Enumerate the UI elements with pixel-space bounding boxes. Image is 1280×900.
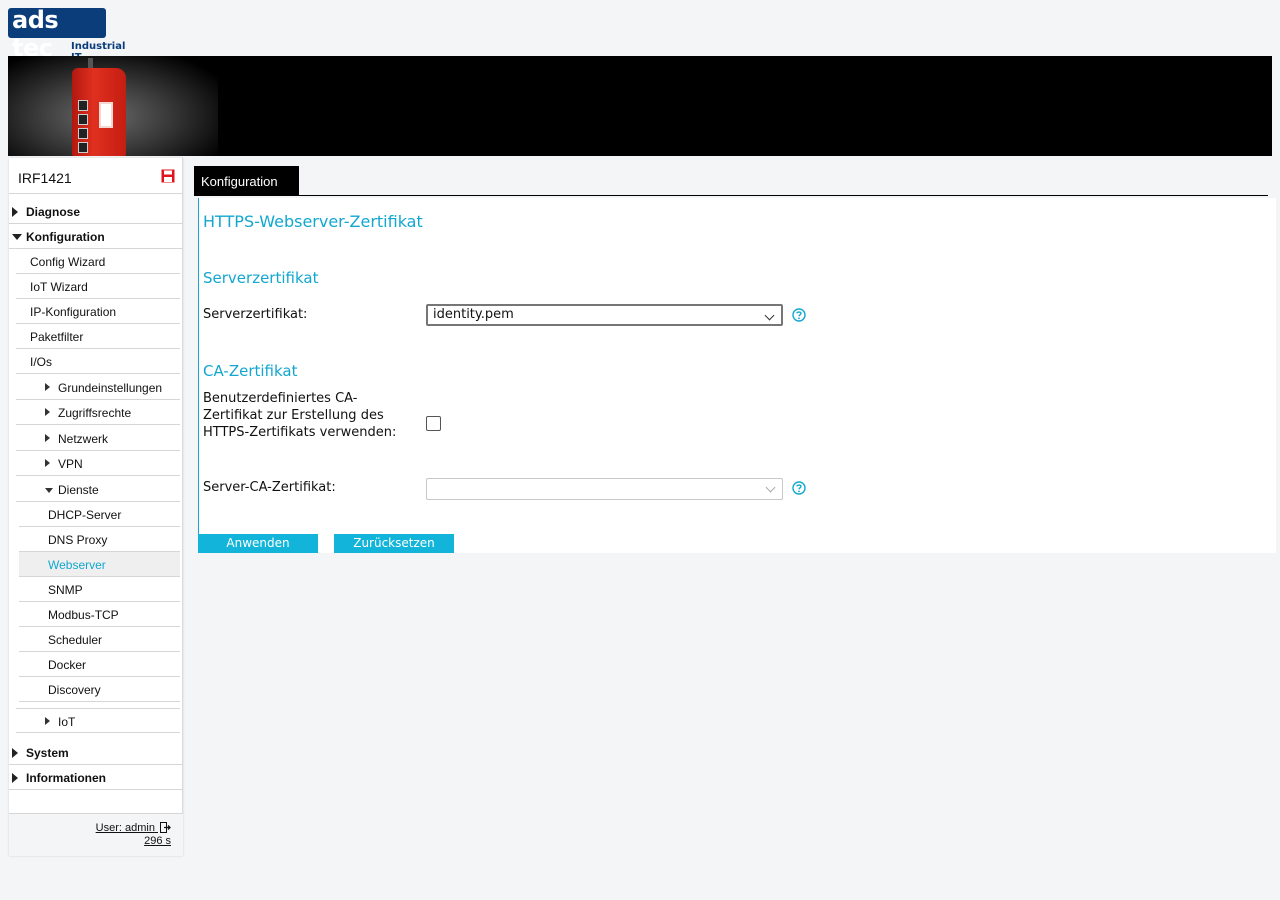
sidebar-item-webserver[interactable]: Webserver bbox=[19, 552, 180, 577]
expand-icon bbox=[45, 717, 50, 725]
sidebar-item-netzwerk[interactable]: Netzwerk bbox=[16, 426, 180, 451]
sidebar-footer: User: admin 296 s bbox=[9, 813, 183, 856]
sidebar-item-scheduler[interactable]: Scheduler bbox=[19, 627, 180, 652]
user-label: User: admin bbox=[95, 822, 155, 834]
save-icon[interactable] bbox=[161, 169, 175, 183]
server-ca-select[interactable] bbox=[426, 478, 783, 500]
custom-ca-checkbox[interactable] bbox=[426, 416, 441, 431]
expand-icon bbox=[45, 459, 50, 467]
expand-icon bbox=[12, 773, 18, 783]
sidebar-item-iot[interactable]: IoT bbox=[16, 708, 180, 733]
header-banner bbox=[8, 56, 1272, 156]
apply-button[interactable]: Anwenden bbox=[198, 534, 318, 553]
server-cert-label: Serverzertifikat: bbox=[203, 307, 308, 322]
chevron-down-icon bbox=[764, 310, 775, 321]
sidebar-item-informationen[interactable]: Informationen bbox=[9, 765, 183, 790]
sidebar-item-ios[interactable]: I/Os bbox=[16, 349, 180, 374]
logout-icon bbox=[160, 822, 171, 833]
server-cert-select[interactable]: identity.pem bbox=[426, 304, 783, 326]
sidebar-item-dhcp-server[interactable]: DHCP-Server bbox=[19, 502, 180, 527]
sidebar-item-paketfilter[interactable]: Paketfilter bbox=[16, 324, 180, 349]
server-cert-value: identity.pem bbox=[433, 307, 514, 322]
expand-icon bbox=[12, 748, 18, 758]
router-image bbox=[72, 68, 126, 156]
chevron-down-icon bbox=[765, 482, 776, 493]
sidebar-item-dienste[interactable]: Dienste bbox=[16, 477, 180, 502]
sidebar-item-grundeinstellungen[interactable]: Grundeinstellungen bbox=[16, 375, 180, 400]
device-header: IRF1421 bbox=[9, 158, 183, 194]
expand-icon bbox=[45, 434, 50, 442]
section-title-ca-zertifikat: CA-Zertifikat bbox=[203, 362, 298, 380]
sidebar: IRF1421 Diagnose Konfiguration Config Wi… bbox=[9, 158, 183, 856]
sidebar-item-ip-konfiguration[interactable]: IP-Konfiguration bbox=[16, 299, 180, 324]
tab-divider bbox=[194, 195, 1268, 196]
custom-ca-label: Benutzerdefiniertes CA-Zertifikat zur Er… bbox=[203, 391, 397, 440]
sidebar-item-vpn[interactable]: VPN bbox=[16, 451, 180, 476]
help-icon[interactable] bbox=[792, 308, 806, 322]
device-name: IRF1421 bbox=[18, 170, 72, 186]
sidebar-item-zugriffsrechte[interactable]: Zugriffsrechte bbox=[16, 400, 180, 425]
sidebar-item-snmp[interactable]: SNMP bbox=[19, 577, 180, 602]
sidebar-item-iot-wizard[interactable]: IoT Wizard bbox=[16, 274, 180, 299]
expand-icon bbox=[45, 383, 50, 391]
expand-icon bbox=[12, 207, 18, 217]
collapse-icon bbox=[45, 488, 53, 493]
logout-link[interactable]: User: admin bbox=[96, 822, 171, 834]
logo-box: ads tec bbox=[8, 6, 106, 62]
tab-konfiguration[interactable]: Konfiguration bbox=[194, 166, 299, 196]
sidebar-item-dns-proxy[interactable]: DNS Proxy bbox=[19, 527, 180, 552]
page-title: HTTPS-Webserver-Zertifikat bbox=[203, 212, 423, 231]
sidebar-item-docker[interactable]: Docker bbox=[19, 652, 180, 677]
adstec-logo: ads tec Industrial IT bbox=[8, 6, 138, 63]
sidebar-item-discovery[interactable]: Discovery bbox=[19, 677, 180, 702]
server-ca-label: Server-CA-Zertifikat: bbox=[203, 480, 336, 495]
section-title-serverzertifikat: Serverzertifikat bbox=[203, 269, 319, 287]
reset-button[interactable]: Zurücksetzen bbox=[334, 534, 454, 553]
sidebar-item-config-wizard[interactable]: Config Wizard bbox=[16, 249, 180, 274]
sidebar-item-modbus-tcp[interactable]: Modbus-TCP bbox=[19, 602, 180, 627]
session-timer: 296 s bbox=[144, 835, 171, 847]
help-icon[interactable] bbox=[792, 481, 806, 495]
sidebar-item-system[interactable]: System bbox=[9, 740, 183, 765]
expand-icon bbox=[45, 408, 50, 416]
sidebar-item-diagnose[interactable]: Diagnose bbox=[9, 199, 183, 224]
sidebar-item-konfiguration[interactable]: Konfiguration bbox=[9, 224, 183, 249]
collapse-icon bbox=[12, 234, 22, 240]
